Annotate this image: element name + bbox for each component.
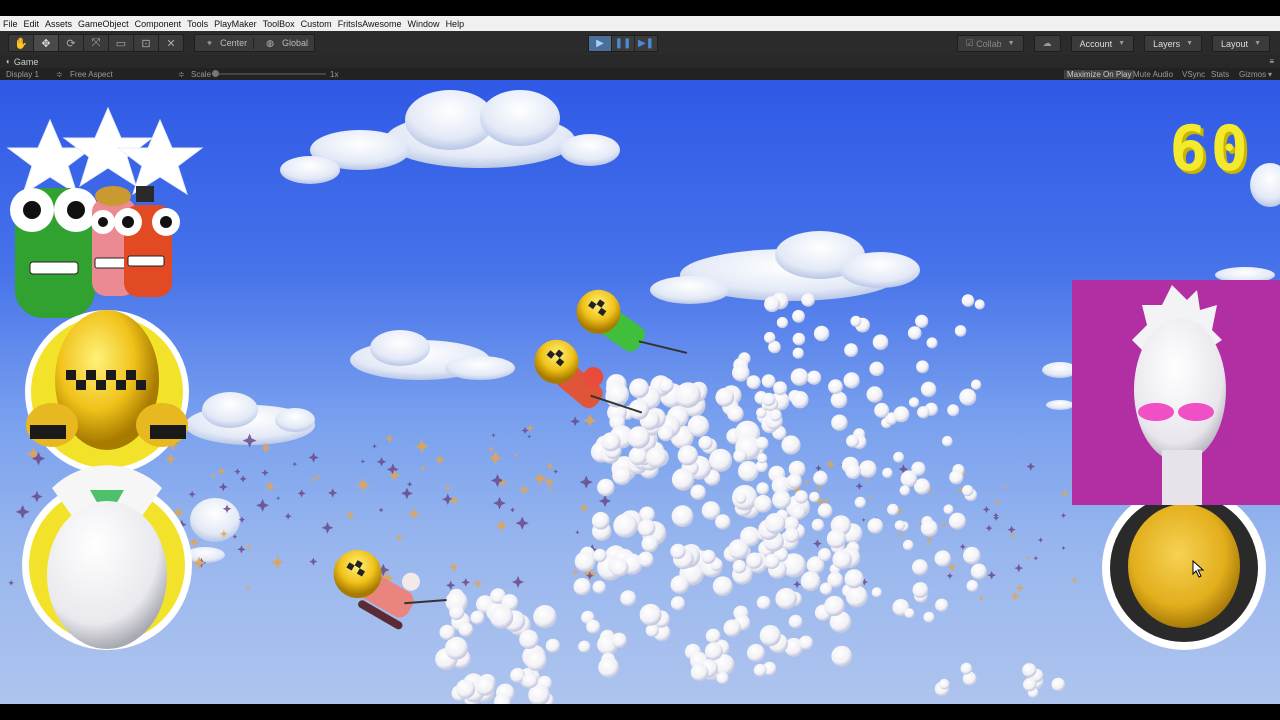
action-button [1102, 486, 1266, 650]
move-tool-icon[interactable]: ✥ [34, 35, 59, 51]
play-button[interactable]: ▶ [589, 36, 612, 51]
character-portrait [25, 310, 189, 474]
account-dropdown[interactable]: Account ▼ [1070, 35, 1135, 52]
cloud-1 [280, 90, 620, 184]
menu-item-toolbox[interactable]: ToolBox [260, 19, 298, 29]
transform-tool-icon[interactable]: ⊡ [134, 35, 159, 51]
mouse-cursor-icon [1192, 560, 1205, 578]
vsync-toggle[interactable]: VSync [1182, 70, 1205, 79]
step-icon: ▶❚ [637, 38, 655, 49]
tab-menu-icon[interactable]: ≡ [1269, 57, 1274, 66]
toolbar: ✋ ✥ ⟳ ⤧ ▭ ⊡ ✕ ⌖ Center ◍ Global ▶ ❚❚ ▶❚ ☑ … [0, 31, 1280, 55]
player-rocket-pink [333, 550, 447, 630]
menu-item-gameobject[interactable]: GameObject [75, 19, 132, 29]
countdown-timer: 60 [1169, 112, 1252, 185]
pivot-icon: ⌖ [207, 37, 213, 48]
menu-item-custom[interactable]: Custom [298, 19, 335, 29]
caret-icon: ▾ [1268, 69, 1273, 79]
window-bottom-strip [0, 704, 1280, 720]
pause-icon: ❚❚ [614, 38, 632, 49]
tab-game[interactable]: ◐ Game [0, 57, 38, 67]
gizmos-dropdown[interactable]: Gizmos [1239, 70, 1266, 79]
game-view-options: Display 1 ≑ Free Aspect ≑ Scale 1x Maxim… [0, 68, 1280, 80]
smoke-trail [435, 292, 1066, 704]
caret-icon: ▼ [1007, 40, 1015, 47]
window-top-strip [0, 0, 1280, 16]
toolbar-right: ☑ Collab ▼ ☁ Account ▼ Layers ▼ Layout ▼ [956, 35, 1270, 52]
custom-tool-icon[interactable]: ✕ [159, 35, 183, 51]
layout-dropdown[interactable]: Layout ▼ [1212, 35, 1270, 52]
game-view-icon: ◐ [6, 57, 11, 66]
maximize-on-play-toggle[interactable]: Maximize On Play [1064, 69, 1135, 79]
cloud-2 [650, 231, 920, 304]
check-icon: ☑ [965, 38, 974, 48]
star-icon [62, 106, 154, 188]
pause-button[interactable]: ❚❚ [612, 36, 635, 51]
scale-slider[interactable] [214, 73, 326, 75]
game-tab-bar: ◐ Game ≡ [0, 55, 1280, 68]
display-dropdown[interactable]: Display 1 [6, 70, 39, 79]
layers-dropdown[interactable]: Layers ▼ [1144, 35, 1203, 52]
pivot-center-button[interactable]: ⌖ Center [195, 38, 253, 49]
star-icon [6, 118, 94, 196]
aspect-dropdown[interactable]: Free Aspect [70, 70, 113, 79]
space-global-button[interactable]: ◍ Global [253, 37, 314, 49]
rotate-tool-icon[interactable]: ⟳ [59, 35, 84, 51]
cloud-3 [350, 330, 515, 380]
menu-item-component[interactable]: Component [132, 19, 185, 29]
mannequin-head [1132, 285, 1226, 505]
transform-tools: ✋ ✥ ⟳ ⤧ ▭ ⊡ ✕ [8, 34, 184, 52]
collab-dropdown[interactable]: ☑ Collab ▼ [956, 35, 1024, 52]
cloud-button[interactable]: ☁ [1033, 35, 1061, 52]
rect-tool-icon[interactable]: ▭ [109, 35, 134, 51]
mute-audio-toggle[interactable]: Mute Audio [1133, 70, 1173, 79]
menu-item-tools[interactable]: Tools [184, 19, 211, 29]
menu-item-window[interactable]: Window [405, 19, 443, 29]
caret-icon: ▼ [1186, 40, 1194, 47]
play-controls: ▶ ❚❚ ▶❚ [588, 35, 658, 52]
stats-toggle[interactable]: Stats [1211, 70, 1229, 79]
caret-icon: ▼ [1254, 40, 1261, 47]
scale-label: Scale [191, 69, 212, 79]
caret-icon: ≑ [178, 69, 185, 79]
caret-icon: ≑ [56, 69, 63, 79]
egg-ability [22, 465, 192, 650]
scale-tool-icon[interactable]: ⤧ [84, 35, 109, 51]
star-rating [6, 106, 204, 196]
cloud-icon: ☁ [1042, 38, 1052, 48]
menu-item-assets[interactable]: Assets [42, 19, 75, 29]
globe-icon: ◍ [266, 37, 274, 48]
menu-item-playmaker[interactable]: PlayMaker [211, 19, 260, 29]
player-face-panel [1072, 280, 1280, 505]
pivot-toggle: ⌖ Center ◍ Global [194, 34, 315, 52]
menu-item-help[interactable]: Help [443, 19, 468, 29]
hand-tool-icon[interactable]: ✋ [9, 35, 34, 51]
menu-item-edit[interactable]: Edit [21, 19, 43, 29]
menu-bar: File Edit Assets GameObject Component Tools Pl… [0, 16, 1280, 31]
player-avatars [10, 186, 180, 318]
game-viewport[interactable]: 60 [0, 80, 1280, 704]
menu-item-file[interactable]: File [0, 19, 21, 29]
caret-icon: ▼ [1118, 40, 1126, 47]
step-button[interactable]: ▶❚ [635, 36, 657, 51]
scale-value: 1x [330, 69, 339, 79]
play-icon: ▶ [596, 38, 604, 49]
menu-item-fritsisawesome[interactable]: FritsIsAwesome [335, 19, 405, 29]
scale-slider-handle[interactable] [212, 70, 219, 77]
